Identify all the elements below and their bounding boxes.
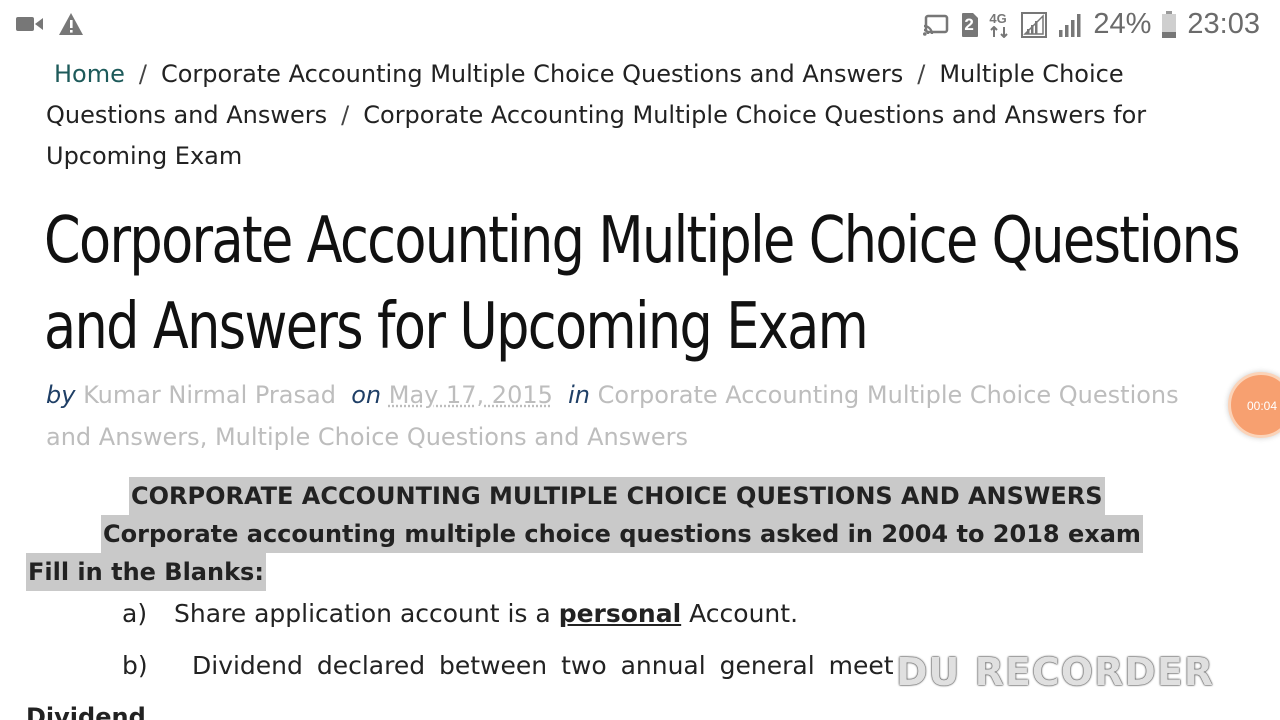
cut-off-text: Dividend [26, 703, 146, 720]
content-heading: CORPORATE ACCOUNTING MULTIPLE CHOICE QUE… [129, 477, 1105, 515]
warning-icon [58, 12, 84, 36]
cast-icon [923, 14, 949, 36]
battery-percent: 24% [1093, 8, 1151, 41]
sim-badge: 2 [964, 15, 973, 35]
breadcrumb-category-link[interactable]: Corporate Accounting Multiple Choice Que… [161, 60, 903, 88]
4g-icon: 4G [989, 11, 1011, 39]
question-text-before: Share application account is a [174, 599, 551, 628]
page-title: Corporate Accounting Multiple Choice Que… [44, 198, 1028, 370]
video-camera-icon [16, 14, 44, 34]
post-meta: by Kumar Nirmal Prasad on May 17, 2015 i… [46, 374, 1226, 458]
breadcrumb-home-link[interactable]: Home [54, 60, 125, 88]
recorder-timer-bubble[interactable]: 00:04 [1228, 372, 1280, 438]
recorder-timer-text: 00:04 [1247, 399, 1277, 413]
breadcrumb: Home / Corporate Accounting Multiple Choic… [46, 54, 1196, 177]
du-recorder-watermark: DU RECORDER [896, 650, 1214, 694]
on-label: on [351, 381, 381, 409]
content-subheading: Corporate accounting multiple choice que… [101, 515, 1143, 553]
by-label: by [46, 381, 75, 409]
signal-icon [1021, 12, 1047, 38]
question-marker: b) [122, 651, 174, 680]
breadcrumb-separator: / [139, 60, 147, 88]
battery-icon [1161, 11, 1177, 39]
question-item: a) Share application account is a persona… [122, 599, 798, 628]
signal-bars-icon [1057, 12, 1083, 38]
status-bar: 2 4G 24% 23:03 [0, 0, 1280, 50]
in-label: in [568, 381, 590, 409]
breadcrumb-separator: / [341, 101, 349, 129]
sim-icon: 2 [959, 12, 979, 38]
page-title-line-1: Corporate Accounting Multiple Choice Que… [44, 198, 1028, 284]
section-label: Fill in the Blanks: [26, 553, 266, 591]
question-item: b) Dividend declared between two annual g… [122, 651, 894, 680]
category-link[interactable]: Multiple Choice Questions and Answers [215, 423, 688, 451]
breadcrumb-separator: / [917, 60, 925, 88]
page-title-line-2: and Answers for Upcoming Exam [44, 284, 1028, 370]
question-text-after: Account. [689, 599, 798, 628]
clock: 23:03 [1187, 8, 1260, 41]
question-marker: a) [122, 599, 174, 628]
post-date: May 17, 2015 [389, 381, 553, 409]
author-link[interactable]: Kumar Nirmal Prasad [83, 381, 336, 409]
question-text: Dividend declared between two annual gen… [192, 651, 894, 680]
question-answer: personal [559, 599, 681, 628]
